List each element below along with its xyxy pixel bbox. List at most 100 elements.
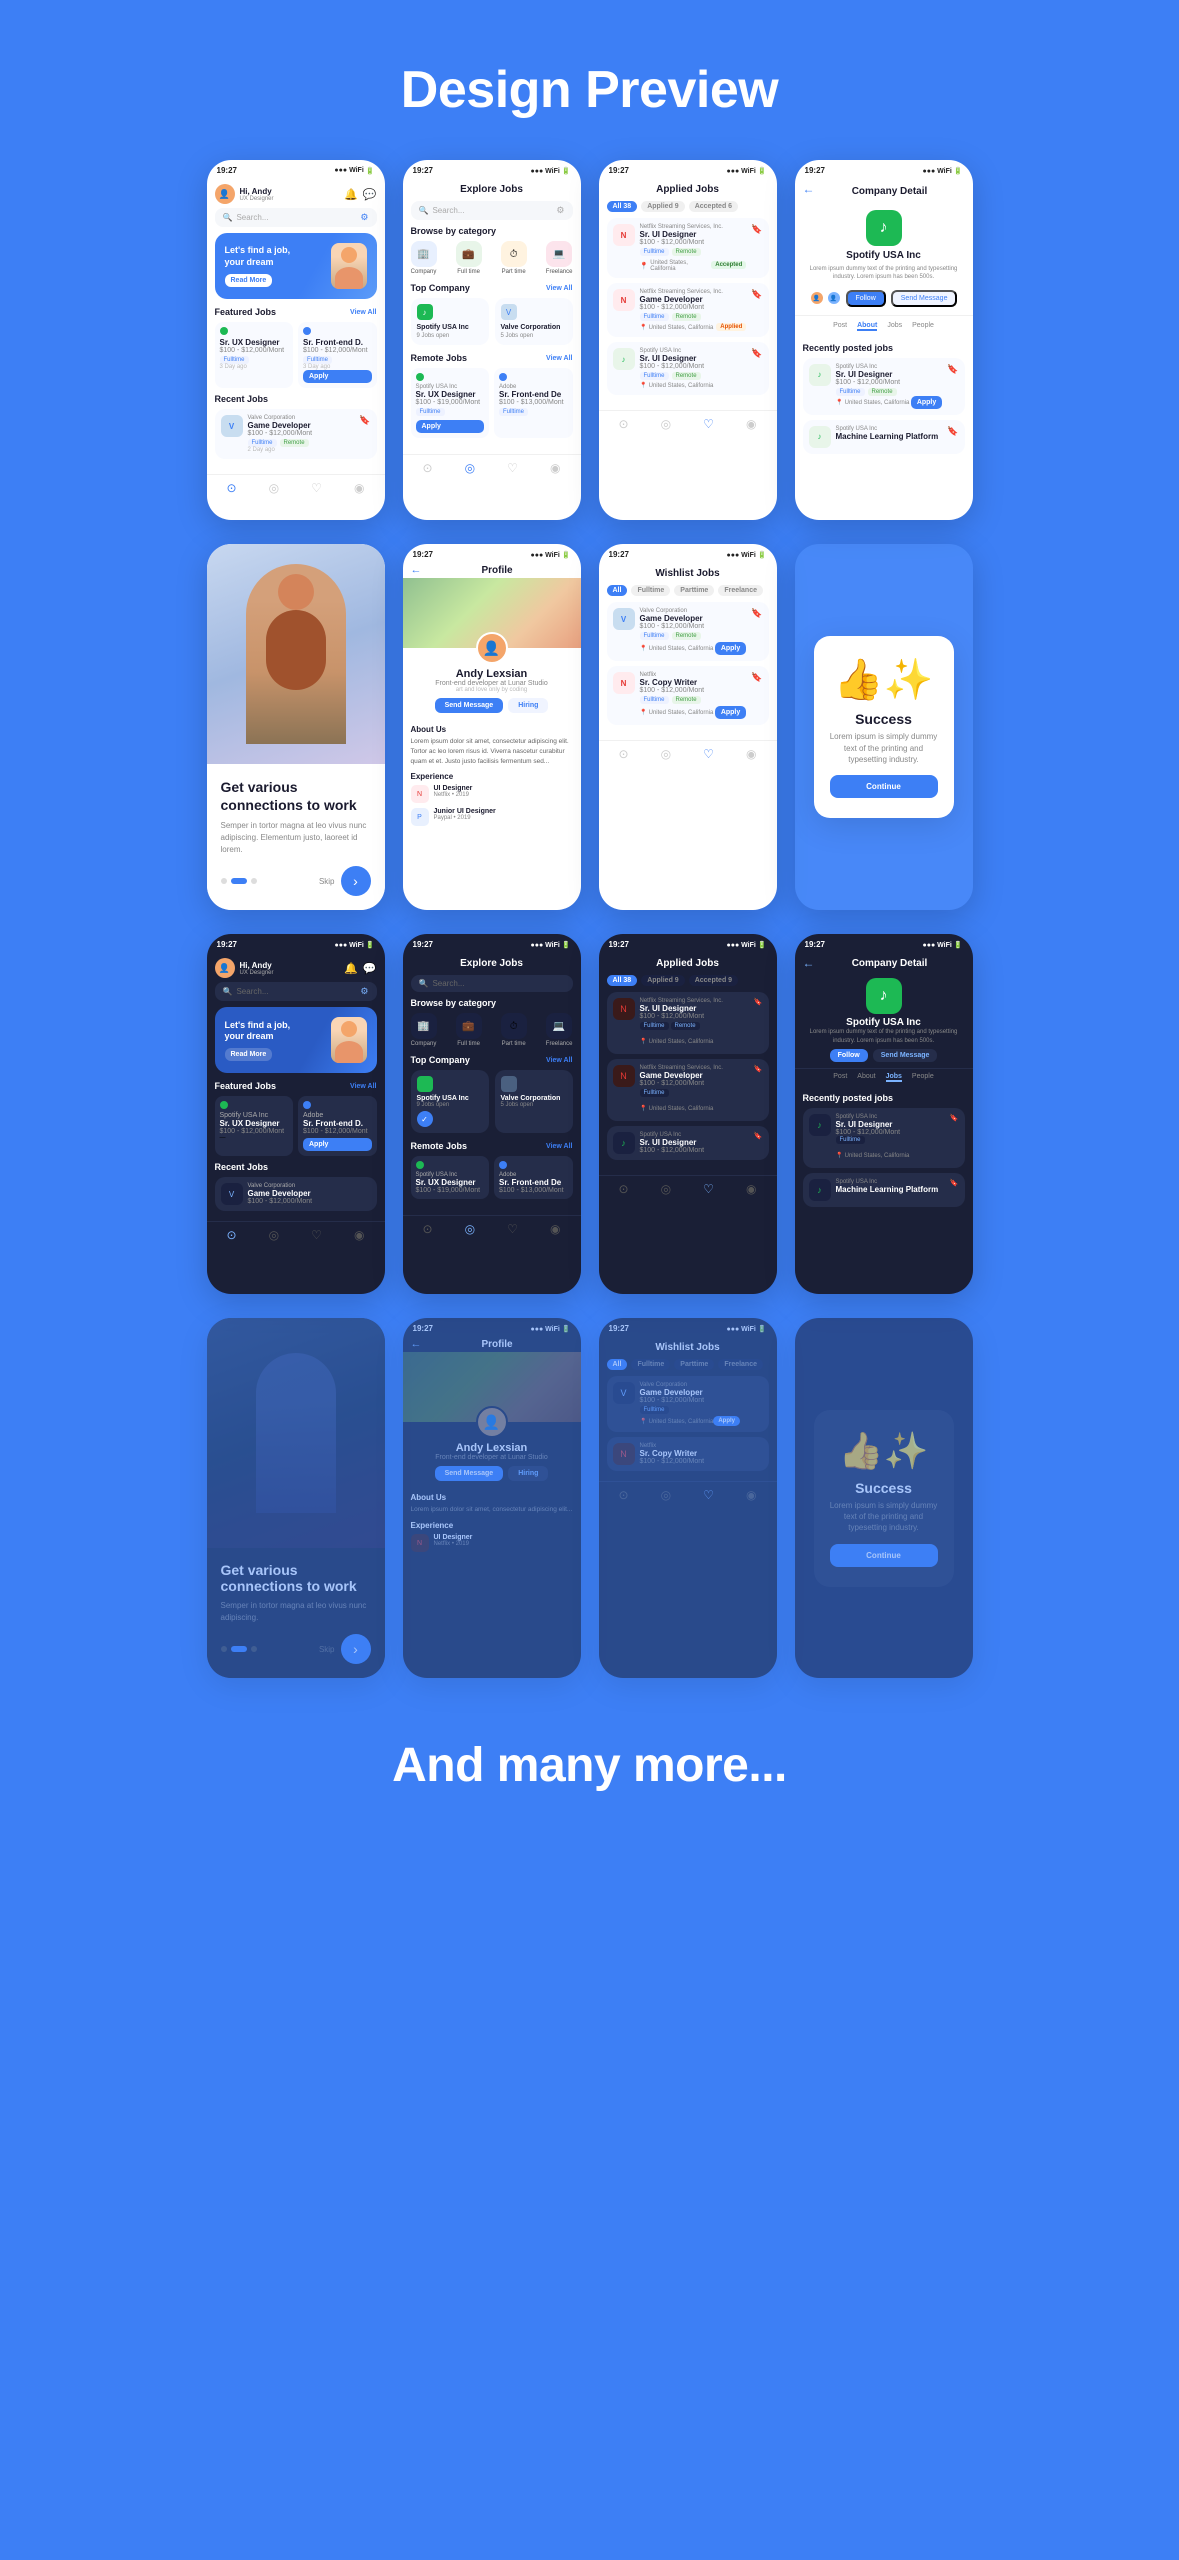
- home-nav[interactable]: ⊙: [619, 747, 629, 761]
- category-fulltime[interactable]: 💼 Full time: [456, 241, 482, 275]
- tab-about[interactable]: About: [857, 1073, 875, 1082]
- tab-parttime[interactable]: Parttime: [674, 1359, 714, 1370]
- continue-button-dark[interactable]: Continue: [830, 1544, 938, 1567]
- profile-nav[interactable]: ◉: [550, 461, 560, 475]
- bookmark-icon[interactable]: 🔖: [947, 364, 958, 375]
- view-all[interactable]: View All: [350, 1083, 376, 1090]
- tab-applied[interactable]: Applied 9: [641, 975, 685, 986]
- applied-nav[interactable]: ♡: [703, 417, 714, 431]
- bookmark-icon[interactable]: 🔖: [751, 672, 762, 683]
- profile-nav[interactable]: ◉: [746, 417, 756, 431]
- bookmark-dark[interactable]: 🔖: [950, 1179, 959, 1201]
- search-bar[interactable]: 🔍 Search... ⚙: [215, 982, 377, 1001]
- back-icon[interactable]: ←: [803, 182, 815, 196]
- wishlist-job-1[interactable]: V Valve Corporation Game Developer $100 …: [607, 602, 769, 661]
- view-all[interactable]: View All: [546, 1143, 572, 1150]
- dark-company-job-1[interactable]: ♪ Spotify USA Inc Sr. UI Designer $100 -…: [803, 1108, 965, 1168]
- tab-all[interactable]: All 38: [607, 201, 638, 212]
- bookmark-dark[interactable]: 🔖: [754, 998, 763, 1048]
- tab-post[interactable]: Post: [833, 1073, 847, 1082]
- saved-nav[interactable]: ♡: [703, 1488, 714, 1502]
- explore-nav[interactable]: ◎: [269, 1228, 279, 1242]
- back-icon[interactable]: ←: [803, 956, 815, 970]
- filter-icon[interactable]: ⚙: [556, 205, 564, 216]
- saved-nav[interactable]: ♡: [311, 481, 322, 495]
- explore-nav[interactable]: ◎: [269, 481, 279, 495]
- spotify-card[interactable]: ♪ Spotify USA Inc 9 Jobs open: [411, 298, 489, 345]
- profile-nav[interactable]: ◉: [354, 1228, 364, 1242]
- valve-card-dark[interactable]: Valve Corporation 5 Jobs open: [495, 1070, 573, 1133]
- message-button[interactable]: Send Message: [891, 290, 958, 307]
- notification-icon[interactable]: 🔔: [344, 962, 358, 975]
- tab-about[interactable]: About: [857, 322, 877, 331]
- tab-jobs[interactable]: Jobs: [886, 1073, 902, 1082]
- remote-job-1[interactable]: Spotify USA Inc Sr. UX Designer $100 - $…: [411, 368, 490, 438]
- bookmark-icon[interactable]: 🔖: [751, 224, 762, 235]
- recent-job-1[interactable]: V Valve Corporation Game Developer $100 …: [215, 409, 377, 459]
- explore-nav[interactable]: ◎: [465, 461, 475, 475]
- view-all[interactable]: View All: [546, 285, 572, 292]
- hiring-button[interactable]: Hiring: [508, 698, 548, 713]
- tab-people[interactable]: People: [912, 1073, 934, 1082]
- home-nav[interactable]: ⊙: [423, 461, 433, 475]
- bookmark-icon[interactable]: 🔖: [751, 289, 762, 300]
- explore-nav[interactable]: ◎: [661, 1182, 671, 1196]
- dark-wishlist-job-1[interactable]: V Valve Corporation Game Developer $100 …: [607, 1376, 769, 1432]
- apply-button[interactable]: Apply: [303, 370, 372, 383]
- tab-accepted[interactable]: Accepted 9: [689, 975, 738, 986]
- bookmark-dark[interactable]: 🔖: [950, 1114, 959, 1162]
- bookmark-icon[interactable]: 🔖: [359, 415, 370, 426]
- tab-fulltime[interactable]: Fulltime: [631, 1359, 670, 1370]
- cat-fulltime[interactable]: 💼 Full time: [456, 1013, 482, 1047]
- dark-applied-job-2[interactable]: N Netflix Streaming Services, Inc. Game …: [607, 1059, 769, 1121]
- continue-button[interactable]: Continue: [830, 775, 938, 798]
- tab-freelance[interactable]: Freelance: [718, 1359, 763, 1370]
- bookmark-icon[interactable]: 🔖: [947, 426, 958, 437]
- tab-post[interactable]: Post: [833, 322, 847, 331]
- company-job-1[interactable]: ♪ Spotify USA Inc Sr. UI Designer $100 -…: [803, 358, 965, 415]
- tab-parttime[interactable]: Parttime: [674, 585, 714, 596]
- apply-btn[interactable]: Apply: [713, 1416, 740, 1426]
- tab-freelance[interactable]: Freelance: [718, 585, 763, 596]
- category-freelance[interactable]: 💻 Freelance: [546, 241, 573, 275]
- remote-job-dark-1[interactable]: Spotify USA Inc Sr. UX Designer $100 - $…: [411, 1156, 490, 1199]
- category-parttime[interactable]: ⏱ Part time: [501, 241, 527, 275]
- profile-nav[interactable]: ◉: [746, 1182, 756, 1196]
- applied-job-2[interactable]: N Netflix Streaming Services, Inc. Game …: [607, 283, 769, 337]
- explore-nav[interactable]: ◎: [661, 1488, 671, 1502]
- search-bar[interactable]: 🔍 Search... ⚙: [215, 208, 377, 227]
- bookmark-icon[interactable]: 🔖: [751, 348, 762, 359]
- tab-accepted[interactable]: Accepted 6: [689, 201, 738, 212]
- remote-job-2[interactable]: Adobe Sr. Front-end De $100 - $13,000/Mo…: [494, 368, 573, 438]
- bookmark-icon[interactable]: 🔖: [751, 608, 762, 619]
- chat-icon[interactable]: 💬: [363, 962, 377, 975]
- tab-all[interactable]: All: [607, 585, 628, 596]
- apply-btn[interactable]: Apply: [911, 396, 942, 409]
- featured-job-1[interactable]: Sr. UX Designer $100 - $12,000/Mont Full…: [215, 322, 294, 388]
- featured-job-dark-2[interactable]: Adobe Sr. Front-end D. $100 - $12,000/Mo…: [298, 1096, 377, 1156]
- tab-all[interactable]: All: [607, 1359, 628, 1370]
- tab-applied[interactable]: Applied 9: [641, 201, 685, 212]
- read-more-button[interactable]: Read More: [225, 274, 273, 287]
- back-icon[interactable]: ←: [411, 1338, 422, 1350]
- filter-icon[interactable]: ⚙: [360, 212, 368, 223]
- home-nav[interactable]: ⊙: [227, 481, 237, 495]
- next-button[interactable]: ›: [341, 866, 371, 896]
- cat-company[interactable]: 🏢 Company: [411, 1013, 437, 1047]
- category-company[interactable]: 🏢 Company: [411, 241, 437, 275]
- filter-icon[interactable]: ⚙: [360, 986, 368, 997]
- tab-all[interactable]: All 38: [607, 975, 638, 986]
- saved-nav[interactable]: ♡: [507, 1222, 518, 1236]
- home-nav[interactable]: ⊙: [227, 1228, 237, 1242]
- saved-nav[interactable]: ♡: [703, 1182, 714, 1196]
- saved-nav[interactable]: ♡: [507, 461, 518, 475]
- spotify-card-dark[interactable]: Spotify USA Inc 9 Jobs open ✓: [411, 1070, 489, 1133]
- explore-nav[interactable]: ◎: [661, 417, 671, 431]
- company-job-2[interactable]: ♪ Spotify USA Inc Machine Learning Platf…: [803, 420, 965, 454]
- hiring-dark[interactable]: Hiring: [508, 1466, 548, 1481]
- cat-freelance[interactable]: 💻 Freelance: [546, 1013, 573, 1047]
- saved-nav[interactable]: ♡: [703, 747, 714, 761]
- tab-people[interactable]: People: [912, 322, 934, 331]
- follow-button-dark[interactable]: Follow: [830, 1049, 868, 1062]
- apply-button[interactable]: Apply: [715, 706, 746, 719]
